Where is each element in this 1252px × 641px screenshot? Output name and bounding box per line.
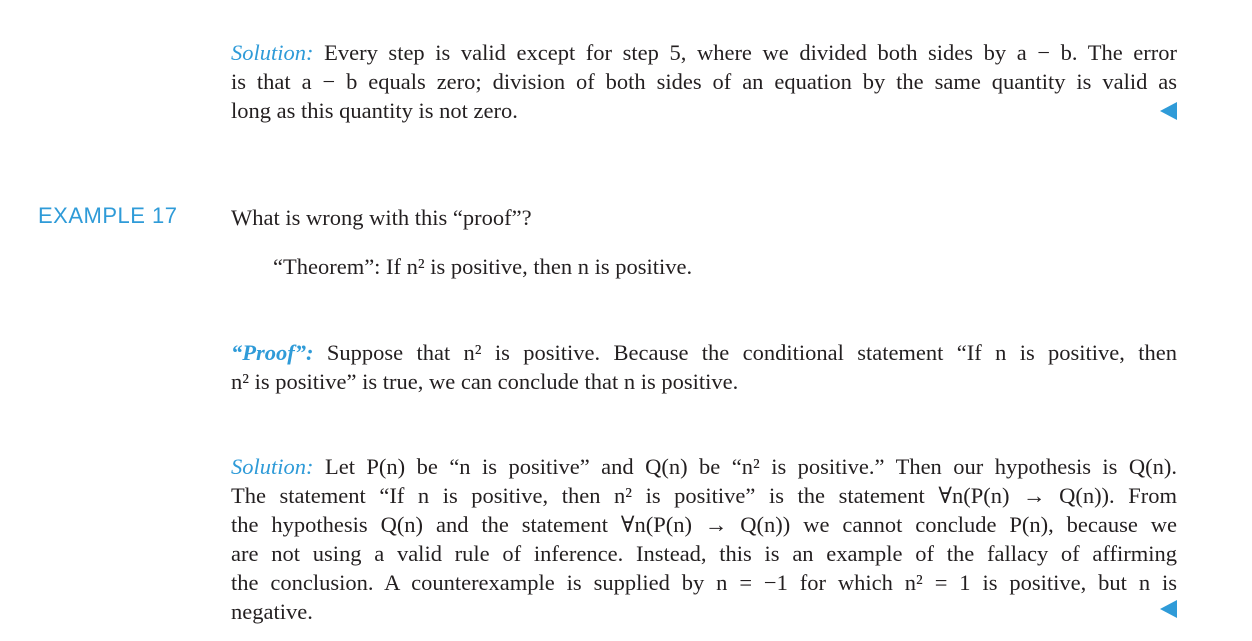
solution-2-line-2: The statement “If n is positive, then n²… (231, 483, 1177, 508)
example-question: What is wrong with this “proof”? (231, 205, 532, 230)
solution-paragraph-2: Solution: Let P(n) be “n is positive” an… (231, 452, 1177, 626)
solution-2-line-3: the hypothesis Q(n) and the statement ∀n… (231, 512, 1177, 537)
proof-heading: “Proof”: (231, 340, 314, 365)
solution-2-line-1: Solution: Let P(n) be “n is positive” an… (231, 454, 1178, 479)
solution-paragraph-1: Solution: Every step is valid except for… (231, 38, 1177, 125)
solution-1-line-2: is that a − b equals zero; division of b… (231, 69, 1177, 94)
solution-heading: Solution: (231, 40, 314, 65)
solution-2-line-5: the conclusion. A counterexample is supp… (231, 570, 1177, 595)
proof-paragraph: “Proof”: Suppose that n² is positive. Be… (231, 338, 1177, 396)
proof-line-2: n² is positive” is true, we can conclude… (231, 369, 739, 394)
end-of-solution-icon (1160, 102, 1177, 120)
solution-1-line-1: Solution: Every step is valid except for… (231, 40, 1178, 65)
example-label: EXAMPLE 17 (38, 203, 178, 228)
theorem-statement: “Theorem”: If n² is positive, then n is … (273, 254, 693, 279)
end-of-solution-icon (1160, 600, 1177, 618)
solution-1-line-3: long as this quantity is not zero. (231, 98, 518, 123)
proof-line-1: “Proof”: Suppose that n² is positive. Be… (231, 340, 1178, 365)
solution-2-line-6: negative. (231, 599, 313, 624)
solution-heading: Solution: (231, 454, 314, 479)
solution-2-line-4: are not using a valid rule of inference.… (231, 541, 1177, 566)
